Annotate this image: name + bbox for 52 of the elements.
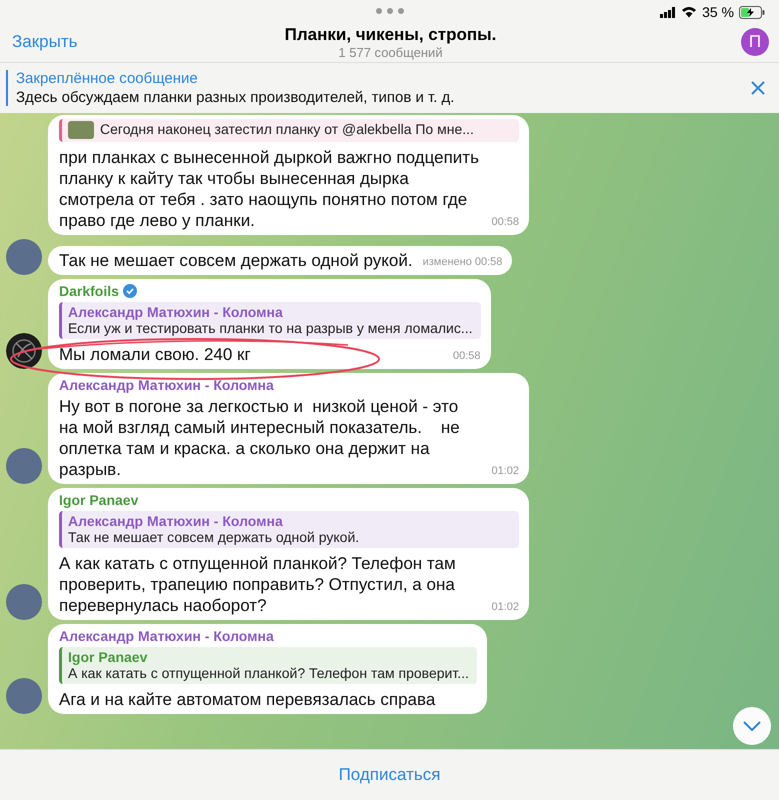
reply-author: Александр Матюхин - Коломна [68, 304, 284, 320]
message-count: 1 577 сообщений [337, 44, 444, 60]
pinned-title: Закреплённое сообщение [16, 70, 199, 87]
avatar-photo-placeholder[interactable] [6, 678, 42, 714]
message-time: 01:02 [491, 600, 519, 615]
scroll-down-button[interactable] [733, 707, 771, 745]
message-bubble[interactable] [48, 488, 529, 620]
message-text: Так не мешает совсем держать одной рукой. [59, 250, 413, 271]
pinned-text: Здесь обсуждаем планки разных производителей, типов и т. д. [16, 89, 456, 106]
message-text: Ага и на кайте автоматом перевязалась справа [59, 689, 436, 710]
reply-text: А как катать с отпущенной планкой? Телефон там проверит... [68, 665, 469, 681]
message-text: Мы ломали свою. 240 кг [59, 344, 252, 365]
sender-name: Darkfoils [59, 283, 119, 299]
avatar-photo-placeholder[interactable] [6, 239, 42, 275]
battery-charging-icon [739, 6, 765, 18]
logo-avatar-icon[interactable] [6, 333, 42, 369]
wifi-icon [681, 6, 698, 18]
reply-text: Так не мешает совсем держать одной рукой. [68, 529, 360, 545]
close-icon[interactable] [751, 81, 765, 95]
chat-title: Планки, чикены, стропы. [284, 24, 498, 44]
reply-text: Если уж и тестировать планки то на разрыв у меня ломалис... [68, 320, 473, 336]
message-bubble[interactable]: Так не мешает совсем держать одной рукой. изменено 00:58 [48, 246, 512, 275]
avatar-photo-placeholder[interactable] [6, 584, 42, 620]
sender-name: Александр Матюхин - Коломна [59, 628, 274, 644]
reply-preview[interactable]: Сегодня наконец затестил планку от @alekbella По мне... [59, 119, 519, 142]
message-text: при планках с вынесенной дыркой важгно подцепить планку к кайту так чтобы вынесенная дырка смотрела от тебя . зато наощупь понятно потом где право где лево у планки. [59, 147, 480, 231]
reply-author: Александр Матюхин - Коломна [68, 513, 284, 529]
more-dots-icon[interactable] [374, 7, 404, 15]
message-text: Ну вот в погоне за легкостью и низкой ценой - это на мой взгляд самый интересный показатель. не оплетка там и краска. а сколько она держит на разрыв. [59, 396, 461, 480]
chat-avatar[interactable]: П [741, 28, 769, 56]
message-time: 00:58 [491, 215, 519, 230]
reply-preview[interactable]: Александр Матюхин - Коломна Так не мешает совсем держать одной рукой. [59, 511, 519, 548]
reply-preview[interactable]: Igor Panaev А как катать с отпущенной планкой? Телефон там проверит... [59, 647, 477, 684]
message-bubble[interactable]: Darkfoils Александр Матюхин - Коломна Если уж и тестировать планки то на разрыв у меня ломалис... Мы ломали свою. 240 кг 00:58 [48, 279, 491, 369]
reply-author: Igor Panaev [68, 649, 148, 665]
reply-text: Сегодня наконец затестил планку от @alekbella По мне... [100, 121, 474, 137]
message-time: 01:02 [491, 464, 519, 479]
sender-name: Igor Panaev [59, 492, 138, 508]
sender-name: Александр Матюхин - Коломна [59, 377, 274, 393]
message-text: А как катать с отпущенной планкой? Телефон там проверить, трапецию поправить? Отпустил, а она перевернулась наоборот? [59, 553, 457, 616]
avatar-photo-placeholder[interactable] [6, 448, 42, 484]
signal-icon [660, 6, 676, 18]
message-time: 00:58 [453, 349, 481, 364]
battery-percentage: 35 % [702, 4, 734, 20]
message-time: изменено 00:58 [422, 255, 502, 270]
pinned-message-bar[interactable]: Закреплённое сообщение Здесь обсуждаем планки разных производителей, типов и т. д. [0, 62, 779, 113]
reply-preview[interactable]: Александр Матюхин - Коломна Если уж и тестировать планки то на разрыв у меня ломалис... [59, 302, 481, 339]
message-bubble[interactable]: Александр Матюхин - Коломна Ну вот в погоне за легкостью и низкой ценой - это на мой взгляд самый интересный показатель. не оплетка там и краска. а сколько она держит на разрыв. 01:02 [48, 373, 529, 484]
message-bubble[interactable] [48, 115, 529, 235]
message-bubble[interactable]: Александр Матюхин - Коломна Igor Panaev А как катать с отпущенной планкой? Телефон там проверит... Ага и на кайте автоматом перевязалась справа [48, 624, 487, 714]
photo-thumbnail-placeholder [68, 121, 94, 139]
chevron-down-icon [742, 720, 762, 732]
